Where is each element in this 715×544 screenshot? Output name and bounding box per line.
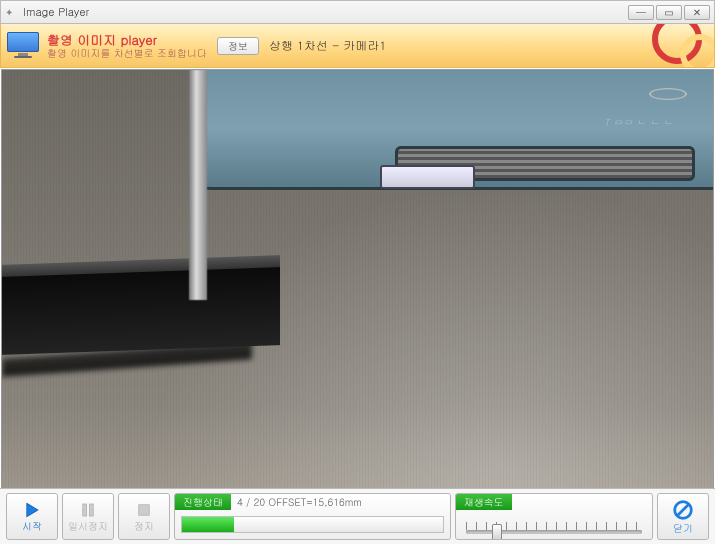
close-window-button[interactable]: ✕ bbox=[684, 5, 710, 20]
lane-label: 상행 1차선 - 카메라1 bbox=[269, 37, 386, 54]
app-icon bbox=[5, 5, 19, 19]
pause-icon bbox=[77, 501, 99, 519]
speed-slider[interactable] bbox=[466, 516, 642, 533]
monitor-icon bbox=[7, 32, 39, 60]
pause-button[interactable]: 일시정지 bbox=[62, 493, 114, 540]
header-title: 촬영 이미지 player bbox=[47, 32, 207, 48]
progress-panel: 진행상태 4 / 20 OFFSET=15,616mm bbox=[174, 493, 451, 540]
progress-bar[interactable] bbox=[181, 516, 444, 533]
maximize-button[interactable]: ▭ bbox=[656, 5, 682, 20]
prohibit-icon bbox=[672, 499, 694, 521]
close-button[interactable]: 닫기 bbox=[657, 493, 709, 540]
info-button[interactable]: 정보 bbox=[217, 37, 259, 55]
header-band: 촬영 이미지 player 촬영 이미지를 차선별로 조회합니다 정보 상행 1… bbox=[0, 24, 715, 68]
header-text: 촬영 이미지 player 촬영 이미지를 차선별로 조회합니다 bbox=[47, 32, 207, 60]
window-titlebar: Image Player ─ ▭ ✕ bbox=[0, 0, 715, 24]
decoration bbox=[650, 24, 710, 68]
progress-fill bbox=[182, 517, 234, 532]
image-viewport: T ㅁㅁ ㄴ ㄴ ㄴ bbox=[1, 69, 714, 490]
progress-label: 진행상태 bbox=[175, 494, 231, 510]
slider-thumb[interactable] bbox=[492, 524, 502, 540]
stop-icon bbox=[133, 501, 155, 519]
speed-panel: 재생속도 bbox=[455, 493, 653, 540]
play-button[interactable]: 시작 bbox=[6, 493, 58, 540]
header-subtitle: 촬영 이미지를 차선별로 조회합니다 bbox=[47, 47, 207, 59]
window-title: Image Player bbox=[23, 5, 89, 20]
speed-label: 재생속도 bbox=[456, 494, 512, 510]
playback-toolbar: 시작 일시정지 정지 진행상태 4 / 20 OFFSET=15,616mm 재… bbox=[0, 488, 715, 544]
play-icon bbox=[21, 501, 43, 519]
minimize-button[interactable]: ─ bbox=[628, 5, 654, 20]
stop-button[interactable]: 정지 bbox=[118, 493, 170, 540]
offset-text: 4 / 20 OFFSET=15,616mm bbox=[231, 495, 362, 509]
